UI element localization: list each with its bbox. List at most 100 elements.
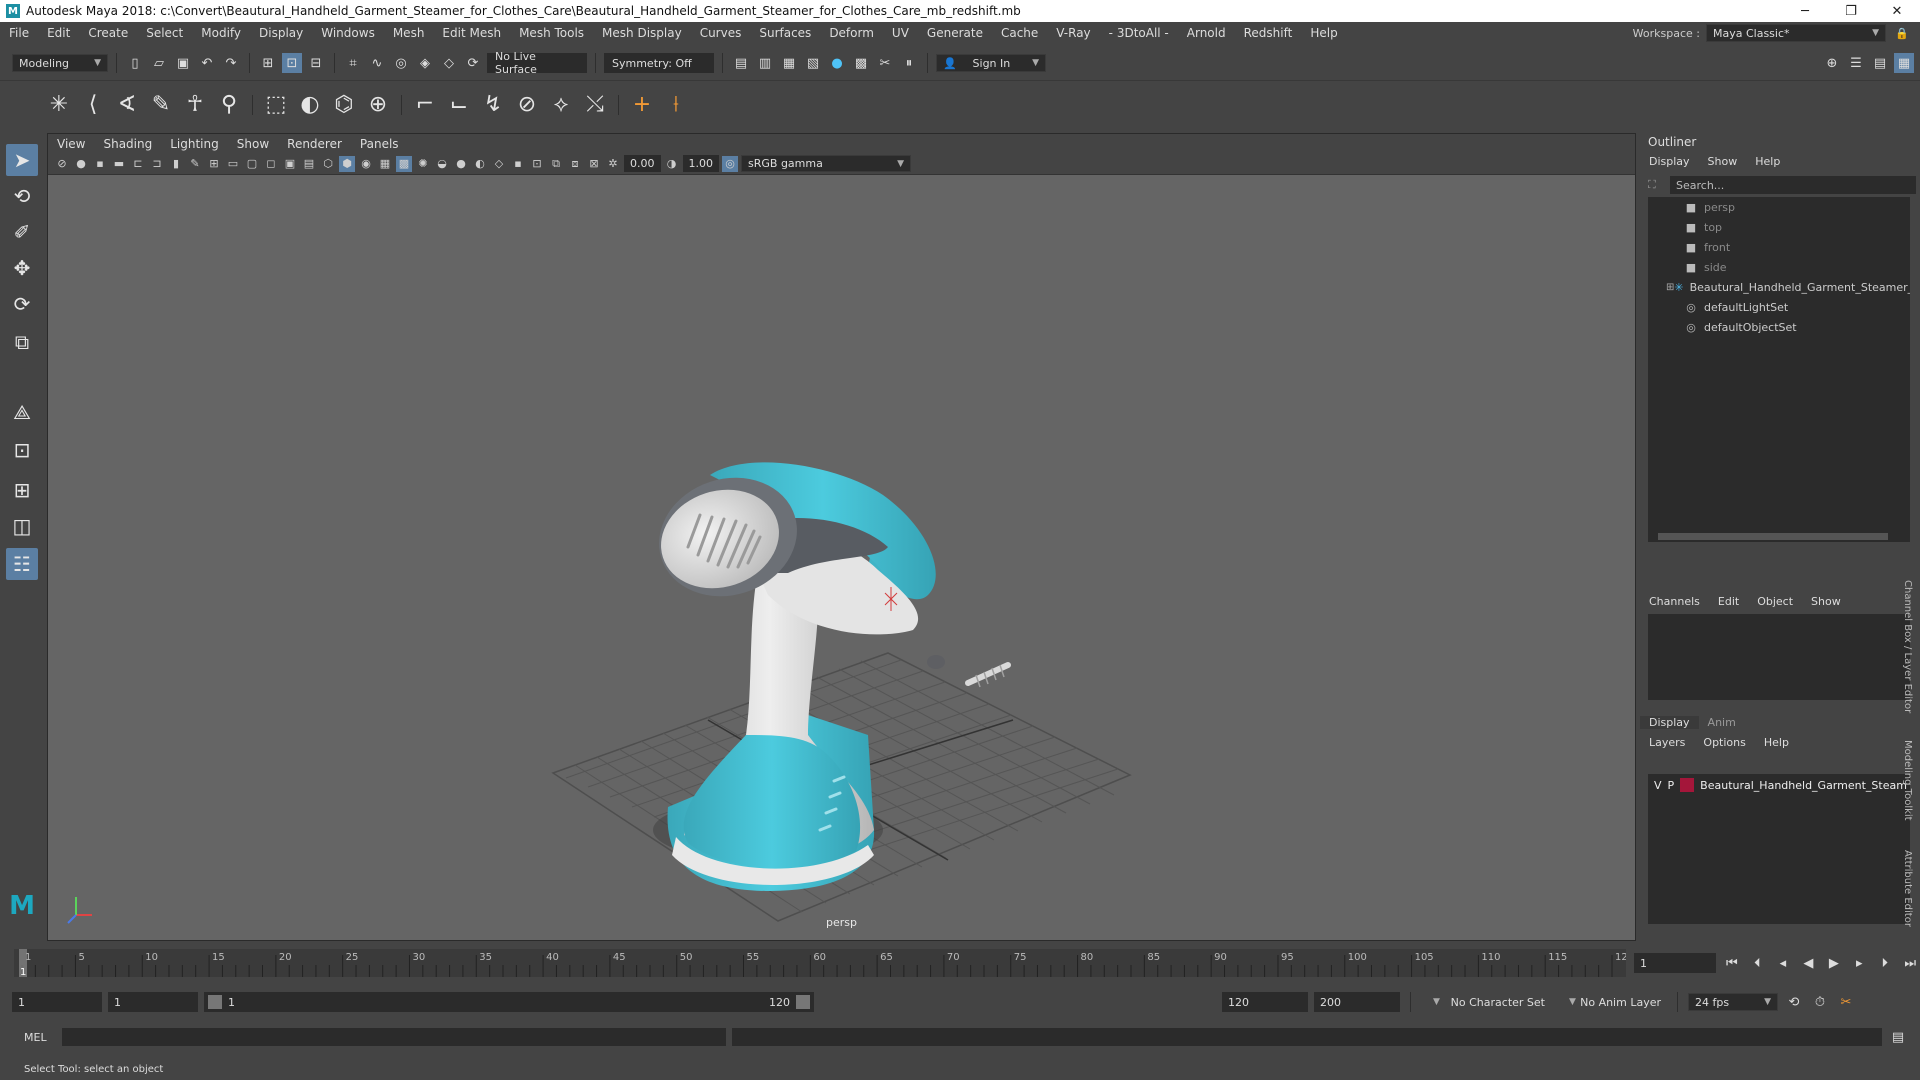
xray-joints-icon[interactable]: ⧉: [548, 156, 564, 172]
ipr-render-icon[interactable]: ▧: [803, 53, 823, 73]
maximize-button[interactable]: ❐: [1828, 0, 1874, 22]
lock-camera-icon[interactable]: ⊏: [130, 156, 146, 172]
layer-menu-options[interactable]: Options: [1694, 736, 1754, 749]
outliner-menu-display[interactable]: Display: [1640, 155, 1699, 168]
tab-attribute-editor[interactable]: Attribute Editor: [1902, 850, 1913, 927]
show-manipulator-icon[interactable]: ⟁: [6, 396, 38, 428]
insert-edge-loop-icon[interactable]: ⟡: [546, 90, 576, 120]
isolate-select-icon[interactable]: ▪: [510, 156, 526, 172]
pause-icon[interactable]: ⏸: [899, 53, 919, 73]
wireframe-icon[interactable]: ⬡: [320, 156, 336, 172]
menu-arnold[interactable]: Arnold: [1178, 26, 1235, 40]
menu-cache[interactable]: Cache: [992, 26, 1047, 40]
lock-icon[interactable]: 🔒: [1892, 23, 1912, 43]
undo-icon[interactable]: ↶: [197, 53, 217, 73]
layer-menu-help[interactable]: Help: [1755, 736, 1798, 749]
polygon-cube-icon[interactable]: ⬚: [261, 90, 291, 120]
animation-prefs-icon[interactable]: ✂: [1836, 992, 1856, 1012]
viewport-menu-renderer[interactable]: Renderer: [278, 137, 351, 151]
snap-pivot-icon[interactable]: ⟳: [463, 53, 483, 73]
camera-attributes-icon[interactable]: ●: [73, 156, 89, 172]
render-settings-icon[interactable]: ▤: [731, 53, 751, 73]
viewport-menu-panels[interactable]: Panels: [351, 137, 408, 151]
play-backward-icon[interactable]: ◀: [1799, 953, 1818, 973]
attribute-editor-icon[interactable]: ☰: [1846, 53, 1866, 73]
tab-anim[interactable]: Anim: [1699, 716, 1745, 729]
select-component-icon[interactable]: ⊟: [306, 53, 326, 73]
xray-active-icon[interactable]: ⧈: [567, 156, 583, 172]
animation-start-field[interactable]: 1: [12, 992, 102, 1012]
step-forward-icon[interactable]: ⏵: [1875, 953, 1894, 973]
screen-space-ao-icon[interactable]: ◒: [434, 156, 450, 172]
use-all-lights-icon[interactable]: ▩: [396, 155, 412, 172]
paint-select-icon[interactable]: ✐: [6, 216, 38, 248]
time-ruler[interactable]: 1 5 10 15 20 25 30 35 40 45 50 55 60 65 70 75 80 85 90 95 10…: [14, 949, 1626, 977]
exposure-field[interactable]: 0.00: [624, 155, 661, 172]
resolution-gate-icon[interactable]: ▭: [225, 156, 241, 172]
bevel-icon[interactable]: ⌙: [444, 90, 474, 120]
menu-windows[interactable]: Windows: [312, 26, 384, 40]
viewport-menu-view[interactable]: View: [48, 137, 94, 151]
persp-outliner-layout-icon[interactable]: ◫: [6, 510, 38, 542]
create-ep-curve-icon[interactable]: ⟨: [78, 90, 108, 120]
render-current-icon[interactable]: ▦: [779, 53, 799, 73]
motion-blur-icon[interactable]: ●: [453, 156, 469, 172]
menu-edit-mesh[interactable]: Edit Mesh: [433, 26, 510, 40]
hypershade-icon[interactable]: ●: [827, 53, 847, 73]
menu-deform[interactable]: Deform: [820, 26, 883, 40]
modeling-toolkit-icon[interactable]: ⊕: [1822, 53, 1842, 73]
center-pivot-icon[interactable]: +: [627, 90, 657, 120]
outliner-menu-help[interactable]: Help: [1746, 155, 1789, 168]
rotate-tool-icon[interactable]: ⟳: [6, 288, 38, 320]
outliner-search-input[interactable]: Search...: [1670, 176, 1916, 194]
safe-title-icon[interactable]: ▤: [301, 156, 317, 172]
film-gate-icon[interactable]: ⊐: [149, 156, 165, 172]
bridge-icon[interactable]: ↯: [478, 90, 508, 120]
polygon-plane-icon[interactable]: ⊕: [363, 90, 393, 120]
open-scene-icon[interactable]: ▱: [149, 53, 169, 73]
menu-curves[interactable]: Curves: [691, 26, 751, 40]
four-view-layout-icon[interactable]: ⊞: [6, 474, 38, 506]
viewport-menu-shading[interactable]: Shading: [94, 137, 161, 151]
menu-help[interactable]: Help: [1301, 26, 1346, 40]
safe-action-icon[interactable]: ▣: [282, 156, 298, 172]
outliner-layout-icon[interactable]: ☷: [6, 548, 38, 580]
create-bezier-curve-icon[interactable]: ∢: [112, 90, 142, 120]
menu-select[interactable]: Select: [137, 26, 192, 40]
color-space-dropdown[interactable]: sRGB gamma ▼: [741, 155, 911, 172]
live-surface-field[interactable]: No Live Surface: [487, 50, 587, 76]
range-end-handle[interactable]: [796, 995, 810, 1009]
menu-set-dropdown[interactable]: Modeling ▼: [12, 54, 108, 72]
menu-mesh-display[interactable]: Mesh Display: [593, 26, 691, 40]
step-forward-key-icon[interactable]: ▸: [1850, 953, 1869, 973]
snap-curve-icon[interactable]: ∿: [367, 53, 387, 73]
fps-dropdown[interactable]: 24 fps ▼: [1688, 993, 1778, 1011]
menu-file[interactable]: File: [0, 26, 38, 40]
save-scene-icon[interactable]: ▣: [173, 53, 193, 73]
gamma-field[interactable]: 1.00: [682, 155, 719, 172]
outliner-menu-show[interactable]: Show: [1699, 155, 1747, 168]
grease-pencil-icon[interactable]: ✎: [187, 156, 203, 172]
time-slider[interactable]: 1 5 10 15 20 25 30 35 40 45 50 55 60 65 70 75 80 85 90 95 10…: [0, 945, 1920, 980]
playback-start-field[interactable]: 1: [108, 992, 198, 1012]
list-item[interactable]: ■ persp: [1648, 197, 1910, 217]
menu-redshift[interactable]: Redshift: [1235, 26, 1302, 40]
depth-of-field-icon[interactable]: ◇: [491, 156, 507, 172]
range-start-handle[interactable]: [208, 995, 222, 1009]
create-locator-icon[interactable]: ✳: [44, 90, 74, 120]
menu-modify[interactable]: Modify: [192, 26, 250, 40]
render-view-icon[interactable]: ▥: [755, 53, 775, 73]
snap-grid-icon[interactable]: ⌗: [343, 53, 363, 73]
tab-channel-box-layer-editor[interactable]: Channel Box / Layer Editor: [1902, 580, 1913, 713]
tool-settings-icon[interactable]: ▤: [1870, 53, 1890, 73]
redo-icon[interactable]: ↷: [221, 53, 241, 73]
current-frame-field[interactable]: 1: [1634, 953, 1717, 973]
joint-tool-icon[interactable]: ⚲: [214, 90, 244, 120]
list-item[interactable]: ■ side: [1648, 257, 1910, 277]
list-item[interactable]: ◎ defaultObjectSet: [1648, 317, 1910, 337]
menu-mesh[interactable]: Mesh: [384, 26, 434, 40]
minimize-button[interactable]: ─: [1782, 0, 1828, 22]
script-editor-icon[interactable]: ▤: [1888, 1027, 1908, 1047]
move-tool-icon[interactable]: ✥: [6, 252, 38, 284]
gamma-icon[interactable]: ◑: [664, 156, 680, 172]
